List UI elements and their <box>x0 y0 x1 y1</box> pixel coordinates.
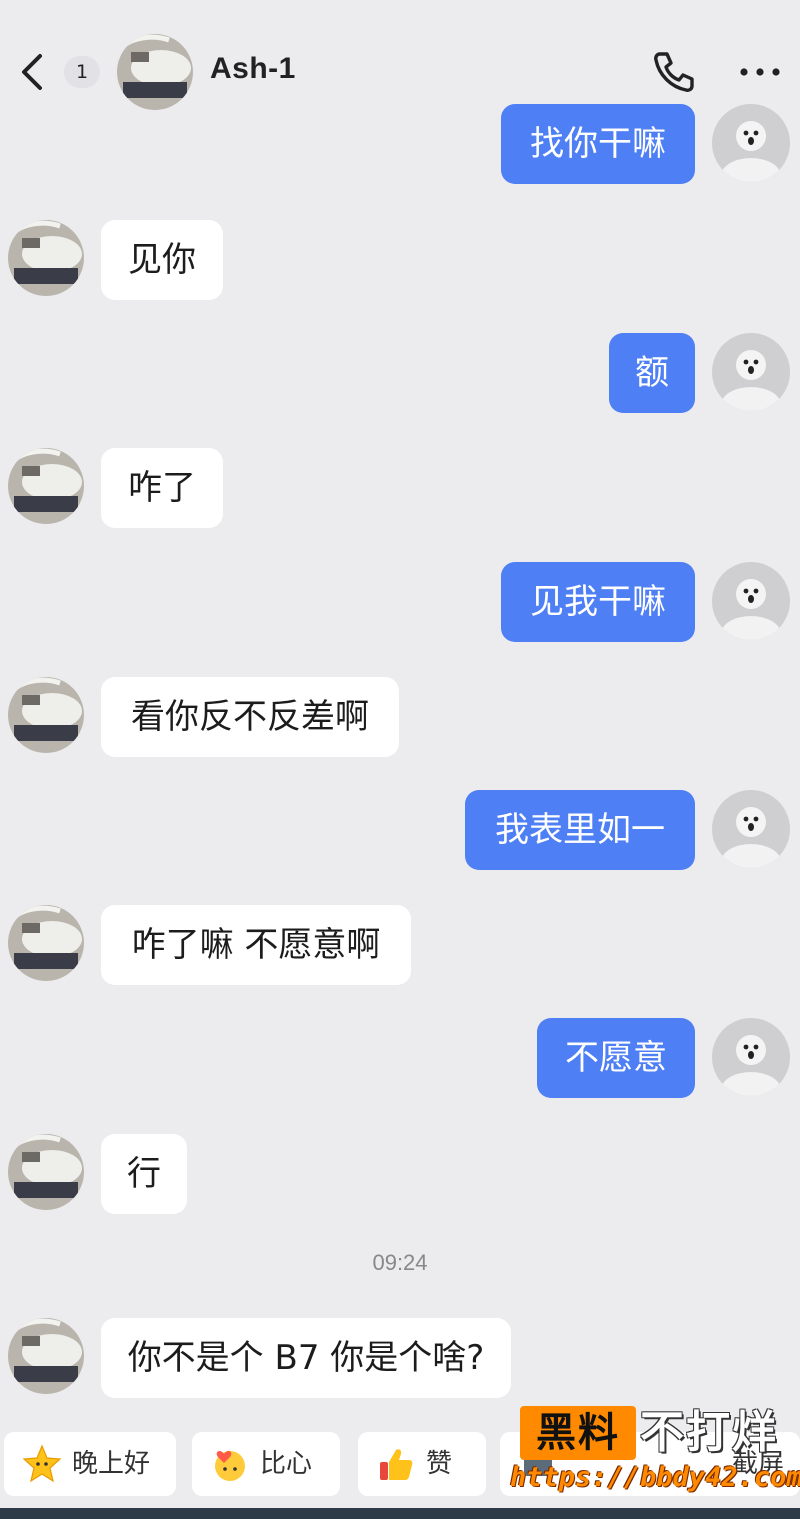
quick-reply-good-evening[interactable]: 晚上好 <box>4 1432 176 1496</box>
my-avatar[interactable] <box>712 1018 790 1096</box>
message-bubble-incoming[interactable]: 见你 <box>101 220 223 300</box>
message-bubble-incoming[interactable]: 你不是个 B7 你是个啥? <box>101 1318 511 1398</box>
back-icon[interactable] <box>14 50 50 94</box>
message-bubble-incoming[interactable]: 咋了 <box>101 448 223 528</box>
message-bubble-outgoing[interactable]: 不愿意 <box>537 1018 695 1098</box>
quick-reply-label: 比心 <box>260 1449 313 1479</box>
watermark-text: 不打烊 <box>640 1407 778 1458</box>
thumbs-up-emoji-icon <box>380 1449 413 1480</box>
message-bubble-incoming[interactable]: 行 <box>101 1134 187 1214</box>
contact-avatar[interactable] <box>8 1134 84 1210</box>
chat-header: 1 Ash-1 <box>0 0 800 118</box>
quick-reply-label: 赞 <box>426 1449 453 1479</box>
bottom-edge-strip <box>0 1508 800 1519</box>
my-avatar[interactable] <box>712 333 790 411</box>
contact-avatar[interactable] <box>8 677 84 753</box>
my-avatar[interactable] <box>712 790 790 868</box>
message-bubble-outgoing[interactable]: 见我干嘛 <box>501 562 695 642</box>
message-timestamp: 09:24 <box>372 1250 428 1275</box>
my-avatar[interactable] <box>712 104 790 182</box>
star-emoji-icon <box>22 1444 62 1483</box>
message-bubble-incoming[interactable]: 看你反不反差啊 <box>101 677 399 757</box>
contact-name[interactable]: Ash-1 <box>210 52 296 86</box>
quick-reply-like[interactable]: 赞 <box>358 1432 486 1496</box>
quick-reply-label: 晚上好 <box>72 1449 151 1479</box>
message-bubble-outgoing[interactable]: 找你干嘛 <box>501 104 695 184</box>
my-avatar[interactable] <box>712 562 790 640</box>
watermark-overlay: 黑料 不打烊 https://bbdy42.com <box>510 1400 800 1510</box>
contact-avatar[interactable] <box>117 34 193 110</box>
phone-icon[interactable] <box>650 48 698 96</box>
quick-reply-heart[interactable]: 比心 <box>192 1432 340 1496</box>
more-options-icon[interactable] <box>738 62 782 82</box>
contact-avatar[interactable] <box>8 220 84 296</box>
message-bubble-outgoing[interactable]: 我表里如一 <box>465 790 695 870</box>
contact-avatar[interactable] <box>8 1318 84 1394</box>
unread-count-badge[interactable]: 1 <box>64 56 100 88</box>
message-bubble-outgoing[interactable]: 额 <box>609 333 695 413</box>
contact-avatar[interactable] <box>8 448 84 524</box>
message-bubble-incoming[interactable]: 咋了嘛 不愿意啊 <box>101 905 411 985</box>
watermark-logo-box: 黑料 <box>520 1406 636 1460</box>
watermark-url: https://bbdy42.com <box>510 1462 800 1493</box>
heart-hands-emoji-icon <box>215 1450 245 1481</box>
contact-avatar[interactable] <box>8 905 84 981</box>
